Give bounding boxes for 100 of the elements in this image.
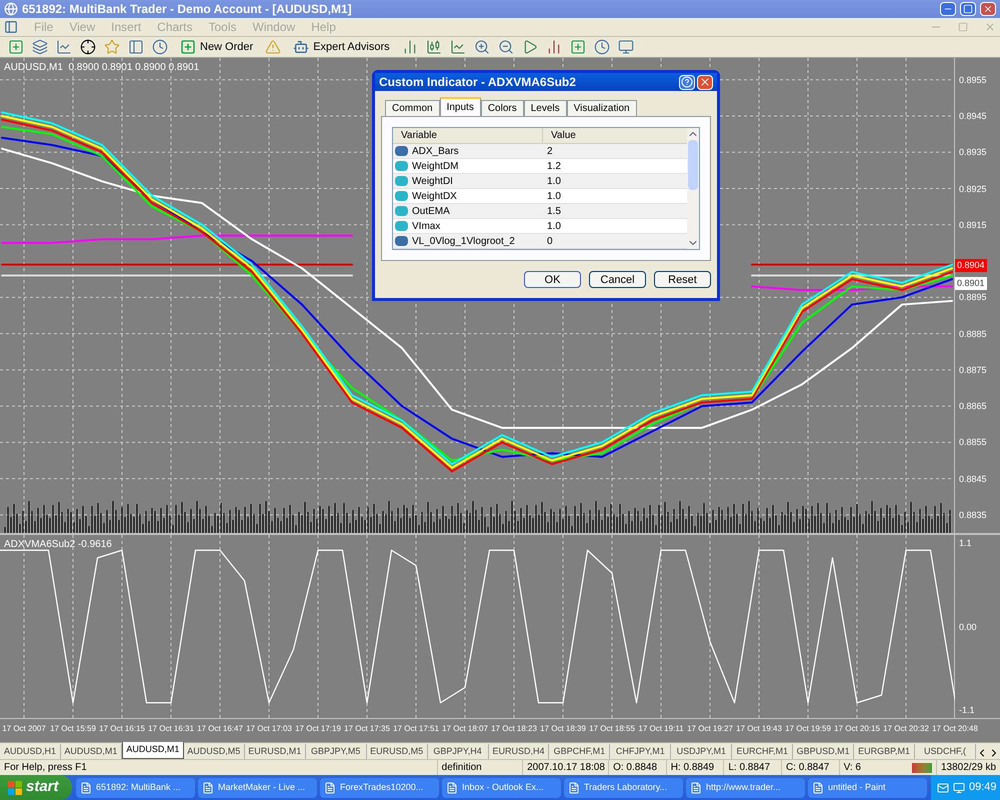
dialog-tab[interactable]: Common [385,100,440,116]
symbol-tab[interactable]: USDCHF,( [915,744,976,759]
time-label: 17 Oct 20:15 [834,723,880,735]
value-cell-text: 1.2 [546,160,562,174]
price-label: 0.8865 [959,400,987,414]
column-header[interactable]: Variable [393,128,543,143]
symbol-tab[interactable]: EURUSD,M5 [366,744,428,759]
time-label: 17 Oct 16:15 [99,723,145,735]
crosshair-icon[interactable] [80,39,96,55]
ask-price-label: 0.8901 [955,276,987,290]
time-label: 17 Oct 19:59 [785,723,831,735]
symbol-tab[interactable]: CHFJPY,M1 [610,744,672,759]
symbol-tab[interactable]: EURGBP,M1 [854,744,916,759]
taskbar-item[interactable]: Inbox - Outlook Ex... [442,778,561,798]
new-chart-icon[interactable] [8,39,24,55]
zoom-in-icon[interactable] [474,39,490,55]
variable-cell-text: ADX_Bars [412,144,459,158]
help-icon [681,76,693,88]
price-label: 0.8935 [959,146,987,160]
time-label: 17 Oct 19:11 [638,723,684,735]
help-button[interactable] [679,74,695,90]
dialog-tab[interactable]: Levels [524,100,567,116]
robot-icon [293,39,310,55]
symbol-tab[interactable]: EURCHF,M1 [732,744,794,759]
integer-type-icon [395,236,408,246]
symbol-tab[interactable]: EURUSD,M1 [244,744,306,759]
bid-price-label: 0.8904 [955,258,987,272]
value-cell-text: 2 [546,144,554,158]
symbol-tab[interactable]: GBPCHF,M1 [549,744,610,759]
price-label: 0.8895 [959,291,987,304]
taskbar-item[interactable]: ForexTrades10200... [320,778,439,798]
time-label: 17 Oct 18:23 [491,723,537,735]
variable-cell-text: WeightDX [412,190,457,204]
time-label: 17 Oct 18:39 [540,723,586,735]
dialog-tab[interactable]: Inputs [440,97,481,116]
value-cell-text: 1.0 [546,220,562,234]
taskbar-item[interactable]: untitled - Paint [808,778,927,798]
time-label: 17 Oct 17:35 [344,723,390,735]
price-label: 0.8845 [959,472,987,486]
line-chart-icon[interactable] [450,39,466,55]
globe-icon [4,2,18,16]
price-label: 0.8915 [959,218,987,232]
time-label: 17 Oct 2007 [2,723,46,735]
close-button[interactable] [697,74,713,90]
symbol-tab[interactable]: GBPJPY,H4 [428,744,488,759]
symbol-tab[interactable]: USDJPY,M1 [671,744,732,759]
price-label: 0.8885 [959,328,987,341]
dialog-tab[interactable]: Colors [480,100,524,116]
tray-network-icon[interactable] [953,782,965,794]
new-order-button[interactable]: New Order [176,38,258,56]
clock: 09:49 [969,780,997,796]
symbol-tab[interactable]: AUDUSD,M1 [122,742,184,759]
indicator-scale-label: -1.1 [959,704,975,718]
close-icon [699,76,711,88]
price-label: 0.8835 [959,508,987,522]
close-icon [983,4,993,14]
chart-header: AUDUSD,M1 0.8900 0.8901 0.8900 0.8901 [4,61,200,75]
indicator-header: ADXVMA6Sub2 -0.9616 [4,538,112,552]
price-label: 0.8875 [959,364,987,377]
dialog-button[interactable]: Reset [654,271,711,288]
price-label: 0.8945 [959,110,987,123]
variable-cell-text: VImax [412,220,440,234]
variable-cell-text: WeightDI [412,174,453,188]
taskbar-item[interactable]: MarketMaker - Live ... [198,778,317,798]
zoom-out-icon[interactable] [498,39,514,55]
dialog-title: Custom Indicator - ADXVMA6Sub2 [379,74,577,91]
value-cell-text: 1.5 [546,204,562,218]
taskbar-item[interactable]: http://www.trader... [686,778,805,798]
price-label: 0.8855 [959,436,987,450]
taskbar-item[interactable]: 651892: MultiBank ... [76,778,195,798]
symbol-tab[interactable]: AUDUSD,H1 [0,744,61,759]
dialog-button[interactable]: Cancel [589,271,646,288]
maximize-button[interactable] [960,2,976,16]
expert-advisors-button[interactable]: Expert Advisors [289,38,394,56]
close-button[interactable] [980,2,996,16]
variable-cell-text: WeightDM [412,160,458,174]
scrollbar-thumb[interactable] [688,140,698,190]
time-label: 17 Oct 18:55 [589,723,635,735]
start-button[interactable]: start [0,775,72,800]
taskbar-item[interactable]: Traders Laboratory... [564,778,683,798]
variable-cell-text: OutEMA [412,204,450,218]
plus-icon [180,39,196,55]
maximize-icon [963,4,973,14]
status-text: For Help, press F1 [3,761,88,775]
price-label: 0.8955 [959,74,987,87]
dialog-tab[interactable]: Visualization [566,100,637,116]
tray-mail-icon[interactable] [937,782,949,794]
double-type-icon [395,221,408,231]
dialog-button[interactable]: OK [524,271,581,288]
connection-bars-icon [912,762,932,772]
value-cell-text: 1.0 [546,174,562,188]
candlestick-icon[interactable] [426,39,442,55]
symbol-tab[interactable]: AUDUSD,M5 [184,744,245,759]
minimize-button[interactable] [940,2,956,16]
column-header[interactable]: Value [543,128,687,143]
symbol-tab[interactable]: GBPJPY,M5 [306,744,367,759]
time-label: 17 Oct 17:51 [393,723,439,735]
symbol-tab[interactable]: EURUSD,H4 [488,744,550,759]
time-label: 17 Oct 18:07 [442,723,488,735]
symbol-tab[interactable]: GBPUSD,M1 [793,744,854,759]
